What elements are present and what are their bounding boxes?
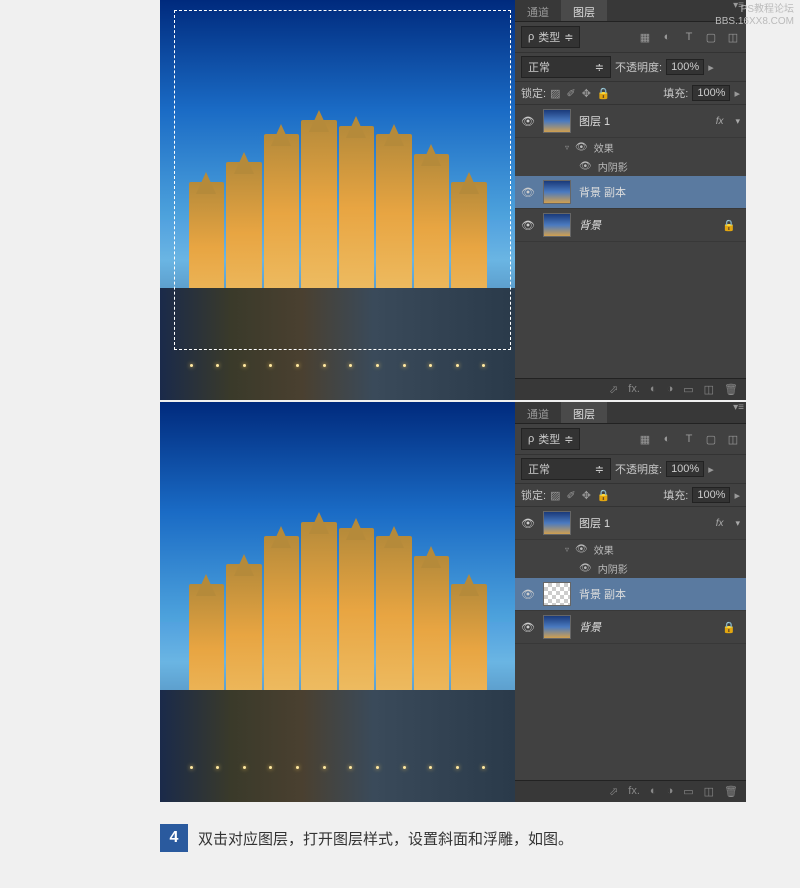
canvas-top[interactable] bbox=[160, 0, 515, 400]
filter-image-icon[interactable]: ▦ bbox=[638, 30, 652, 44]
canvas-bottom[interactable] bbox=[160, 402, 515, 802]
layer-row[interactable]: 👁 背景 副本 bbox=[515, 578, 746, 611]
lock-label: 锁定: bbox=[521, 85, 546, 101]
fx-icon[interactable]: fx. bbox=[628, 383, 640, 396]
blend-mode-dropdown[interactable]: 正常≑ bbox=[521, 458, 611, 480]
fill-value[interactable]: 100% bbox=[692, 487, 730, 503]
layers-panel-top: 通道 图层 ▾≡ ρ类型≑ ▦ ◐ T ▢ ◫ 正常≑ 不透明度: 100%▸ bbox=[515, 0, 746, 400]
new-layer-icon[interactable]: ◫ bbox=[704, 785, 714, 798]
visibility-icon[interactable]: 👁 bbox=[521, 115, 535, 128]
fill-label: 填充: bbox=[663, 85, 688, 101]
layers-panel-bottom: 通道 图层 ▾≡ ρ类型≑ ▦ ◐ T ▢ ◫ 正常≑ 不透明度: 100%▸ bbox=[515, 402, 746, 802]
lock-transparency-icon[interactable]: ▨ bbox=[550, 489, 560, 502]
filter-text-icon[interactable]: T bbox=[682, 30, 696, 44]
filter-smart-icon[interactable]: ◫ bbox=[726, 30, 740, 44]
layer-name[interactable]: 背景 副本 bbox=[579, 586, 740, 602]
filter-image-icon[interactable]: ▦ bbox=[638, 432, 652, 446]
fx-badge[interactable]: fx bbox=[716, 116, 724, 127]
layer-row[interactable]: 👁 图层 1 fx▾ bbox=[515, 507, 746, 540]
panel-bottom-toolbar: ⬀ fx. ◐ ◑ ▭ ◫ 🗑 bbox=[515, 780, 746, 802]
filter-adjust-icon[interactable]: ◐ bbox=[660, 30, 674, 44]
adjust-icon[interactable]: ◑ bbox=[667, 383, 674, 396]
layer-thumb[interactable] bbox=[543, 511, 571, 535]
fill-value[interactable]: 100% bbox=[692, 85, 730, 101]
inner-shadow-row[interactable]: 👁内阴影 bbox=[565, 559, 746, 578]
inner-shadow-row[interactable]: 👁内阴影 bbox=[565, 157, 746, 176]
filter-shape-icon[interactable]: ▢ bbox=[704, 30, 718, 44]
step-caption: 双击对应图层，打开图层样式，设置斜面和浮雕，如图。 bbox=[198, 828, 573, 849]
filter-type-dropdown[interactable]: ρ类型≑ bbox=[521, 26, 580, 48]
lock-all-icon[interactable]: 🔒 bbox=[597, 489, 611, 502]
opacity-label: 不透明度: bbox=[615, 461, 662, 477]
tab-channels[interactable]: 通道 bbox=[515, 402, 561, 423]
filter-shape-icon[interactable]: ▢ bbox=[704, 432, 718, 446]
visibility-icon[interactable]: 👁 bbox=[521, 517, 535, 530]
link-icon[interactable]: ⬀ bbox=[609, 383, 618, 396]
layer-thumb[interactable] bbox=[543, 213, 571, 237]
adjust-icon[interactable]: ◑ bbox=[667, 785, 674, 798]
fx-icon[interactable]: fx. bbox=[628, 785, 640, 798]
link-icon[interactable]: ⬀ bbox=[609, 785, 618, 798]
watermark: PS教程论坛 BBS.16XX8.COM bbox=[715, 4, 794, 28]
lock-move-icon[interactable]: ✥ bbox=[582, 87, 591, 100]
layer-name[interactable]: 背景 副本 bbox=[579, 184, 740, 200]
effects-row[interactable]: ▿👁效果 bbox=[565, 138, 746, 157]
lock-transparency-icon[interactable]: ▨ bbox=[550, 87, 560, 100]
layer-name[interactable]: 背景 bbox=[579, 619, 714, 635]
step-number: 4 bbox=[160, 824, 188, 852]
opacity-value[interactable]: 100% bbox=[666, 59, 704, 75]
filter-type-dropdown[interactable]: ρ类型≑ bbox=[521, 428, 580, 450]
lock-move-icon[interactable]: ✥ bbox=[582, 489, 591, 502]
group-icon[interactable]: ▭ bbox=[683, 785, 693, 798]
filter-text-icon[interactable]: T bbox=[682, 432, 696, 446]
filter-adjust-icon[interactable]: ◐ bbox=[660, 432, 674, 446]
tab-layers[interactable]: 图层 bbox=[561, 402, 607, 423]
visibility-icon[interactable]: 👁 bbox=[521, 588, 535, 601]
layer-thumb-transparent[interactable] bbox=[543, 582, 571, 606]
filter-smart-icon[interactable]: ◫ bbox=[726, 432, 740, 446]
lock-brush-icon[interactable]: ✐ bbox=[566, 489, 575, 502]
mask-icon[interactable]: ◐ bbox=[650, 785, 657, 798]
panel-bottom-toolbar: ⬀ fx. ◐ ◑ ▭ ◫ 🗑 bbox=[515, 378, 746, 400]
tab-layers[interactable]: 图层 bbox=[561, 0, 607, 21]
tab-channels[interactable]: 通道 bbox=[515, 0, 561, 21]
lock-icon: 🔒 bbox=[722, 621, 736, 634]
fill-label: 填充: bbox=[663, 487, 688, 503]
trash-icon[interactable]: 🗑 bbox=[724, 383, 738, 396]
layer-thumb[interactable] bbox=[543, 180, 571, 204]
layer-thumb[interactable] bbox=[543, 109, 571, 133]
fx-badge[interactable]: fx bbox=[716, 518, 724, 529]
lock-icon: 🔒 bbox=[722, 219, 736, 232]
lock-brush-icon[interactable]: ✐ bbox=[566, 87, 575, 100]
mask-icon[interactable]: ◐ bbox=[650, 383, 657, 396]
trash-icon[interactable]: 🗑 bbox=[724, 785, 738, 798]
opacity-value[interactable]: 100% bbox=[666, 461, 704, 477]
layer-name[interactable]: 背景 bbox=[579, 217, 714, 233]
lock-label: 锁定: bbox=[521, 487, 546, 503]
panel-menu-icon[interactable]: ▾≡ bbox=[733, 402, 744, 423]
collapse-icon[interactable]: ▿ bbox=[565, 143, 569, 152]
visibility-icon[interactable]: 👁 bbox=[521, 621, 535, 634]
visibility-icon[interactable]: 👁 bbox=[521, 219, 535, 232]
blend-mode-dropdown[interactable]: 正常≑ bbox=[521, 56, 611, 78]
effects-row[interactable]: ▿👁效果 bbox=[565, 540, 746, 559]
layer-row[interactable]: 👁 图层 1 fx▾ bbox=[515, 105, 746, 138]
layer-name[interactable]: 图层 1 bbox=[579, 515, 708, 531]
lock-all-icon[interactable]: 🔒 bbox=[597, 87, 611, 100]
collapse-icon[interactable]: ▿ bbox=[565, 545, 569, 554]
layer-name[interactable]: 图层 1 bbox=[579, 113, 708, 129]
new-layer-icon[interactable]: ◫ bbox=[704, 383, 714, 396]
visibility-icon[interactable]: 👁 bbox=[521, 186, 535, 199]
layer-row[interactable]: 👁 背景 🔒 bbox=[515, 611, 746, 644]
layer-row[interactable]: 👁 背景 副本 bbox=[515, 176, 746, 209]
layer-row[interactable]: 👁 背景 🔒 bbox=[515, 209, 746, 242]
group-icon[interactable]: ▭ bbox=[683, 383, 693, 396]
layer-thumb[interactable] bbox=[543, 615, 571, 639]
opacity-label: 不透明度: bbox=[615, 59, 662, 75]
